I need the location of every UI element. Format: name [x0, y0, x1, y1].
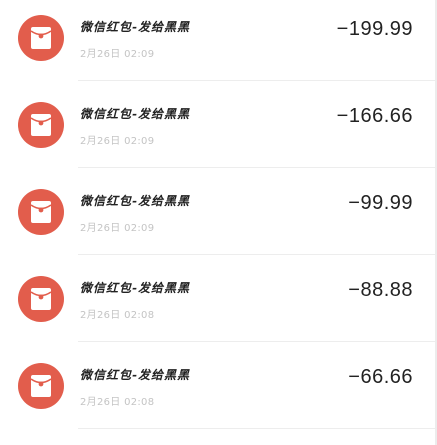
transaction-row[interactable]: 微信红包-发给黑黑 2月26日 02:08 −66.66 — [0, 342, 435, 429]
transaction-row[interactable]: 微信红包-发给黑黑 2月26日 02:09 −199.99 — [0, 0, 435, 81]
transaction-title: 微信红包-发给黑黑 — [80, 281, 190, 295]
transaction-amount: −88.88 — [348, 279, 413, 301]
transaction-title: 微信红包-发给黑黑 — [80, 368, 190, 382]
transaction-time: 2月26日 02:08 — [80, 397, 155, 408]
transaction-row[interactable]: 微信红包-发给黑黑 2月26日 02:09 −99.99 — [0, 168, 435, 255]
transaction-amount: −166.66 — [336, 105, 413, 127]
red-envelope-icon — [18, 363, 64, 409]
transaction-list: 微信红包-发给黑黑 2月26日 02:09 −199.99 微信红包-发给黑黑 … — [0, 0, 437, 445]
transaction-title: 微信红包-发给黑黑 — [80, 107, 190, 121]
transaction-amount: −66.66 — [348, 366, 413, 388]
row-divider — [78, 428, 435, 429]
transaction-title: 微信红包-发给黑黑 — [80, 194, 190, 208]
red-envelope-icon — [18, 15, 64, 61]
transaction-time: 2月26日 02:09 — [80, 223, 155, 234]
transaction-row[interactable]: 微信红包-发给黑黑 2月26日 02:08 −88.88 — [0, 255, 435, 342]
transaction-row[interactable]: 微信红包-发给黑黑 2月26日 02:09 −166.66 — [0, 81, 435, 168]
transaction-title: 微信红包-发给黑黑 — [80, 20, 190, 34]
red-envelope-icon — [18, 276, 64, 322]
transaction-amount: −99.99 — [348, 192, 413, 214]
transaction-time: 2月26日 02:09 — [80, 49, 155, 60]
transaction-time: 2月26日 02:09 — [80, 136, 155, 147]
transaction-amount: −199.99 — [336, 18, 413, 40]
red-envelope-icon — [18, 189, 64, 235]
red-envelope-icon — [18, 102, 64, 148]
transaction-time: 2月26日 02:08 — [80, 310, 155, 321]
